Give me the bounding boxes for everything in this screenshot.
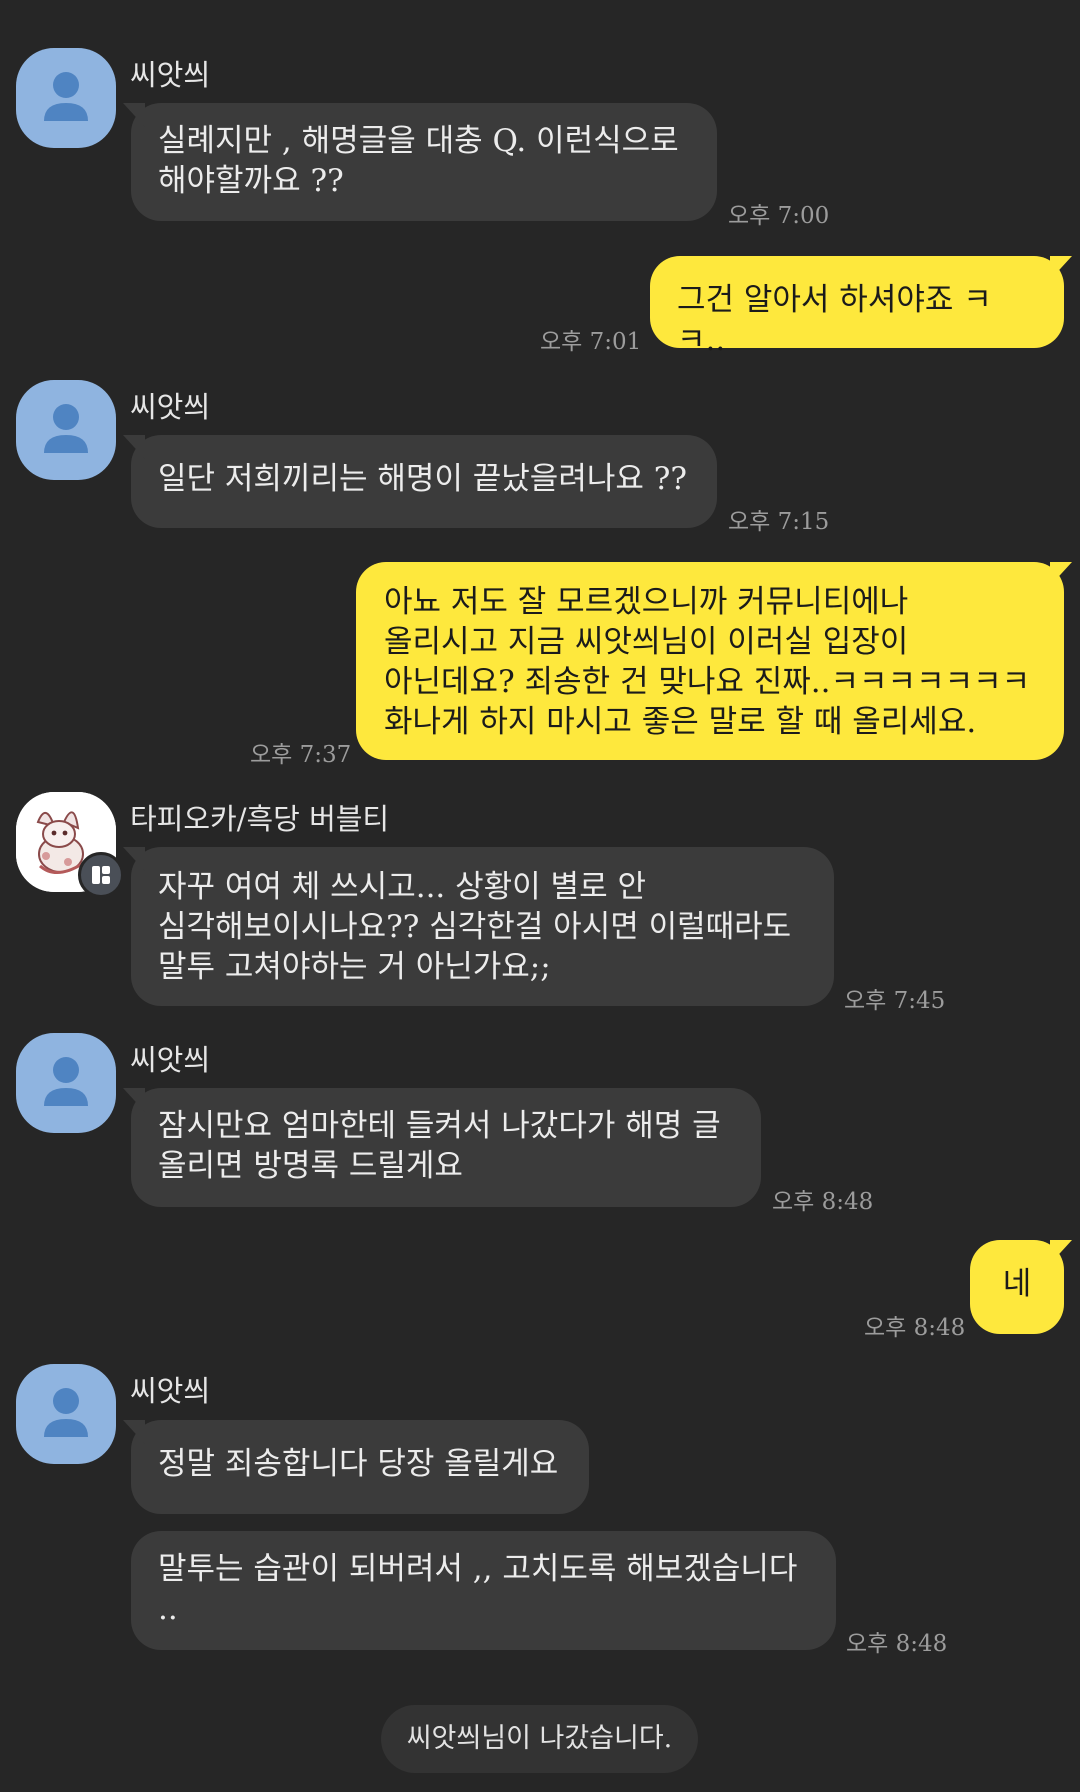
person-silhouette-icon: [44, 72, 88, 121]
message-bubble-incoming[interactable]: 잠시만요 엄마한테 들켜서 나갔다가 해명 글 올리면 방명록 드릴게요: [123, 1088, 761, 1207]
message-timestamp: 오후 7:01: [540, 329, 642, 355]
sender-name: 타피오카/흑당 버블티: [130, 802, 390, 836]
avatar[interactable]: [16, 792, 124, 898]
message-bubble-incoming[interactable]: 일단 저희끼리는 해명이 끝났을려나요 ??: [123, 435, 717, 528]
message-bubble-incoming[interactable]: 자꾸 여여 체 쓰시고... 상황이 별로 안 심각해보이시나요?? 심각한걸 …: [123, 847, 834, 1006]
sender-name: 씨앗씌: [130, 1043, 211, 1077]
profile-badge-icon: [78, 852, 124, 898]
avatar[interactable]: [16, 1364, 116, 1464]
sender-name: 씨앗씌: [130, 58, 211, 92]
person-silhouette-icon: [44, 404, 88, 453]
avatar[interactable]: [16, 1033, 116, 1133]
message-bubble-outgoing[interactable]: 아뇨 저도 잘 모르겠으니까 커뮤니티에나 올리시고 지금 씨앗씌님이 이러실 …: [356, 562, 1072, 760]
message-timestamp: 오후 7:45: [844, 988, 946, 1014]
message-bubble-incoming[interactable]: 말투는 습관이 되버려서 ,, 고치도록 해보겠습니다 ..: [131, 1531, 836, 1650]
message-bubble-incoming[interactable]: 실례지만 , 해명글을 대충 Q. 이런식으로 해야할까요 ??: [123, 103, 717, 221]
system-notice: 씨앗씌님이 나갔습니다.: [381, 1705, 698, 1773]
avatar[interactable]: [16, 380, 116, 480]
message-timestamp: 오후 8:48: [846, 1631, 948, 1657]
person-silhouette-icon: [44, 1388, 88, 1437]
avatar[interactable]: [16, 48, 116, 148]
person-silhouette-icon: [44, 1057, 88, 1106]
message-timestamp: 오후 7:37: [250, 742, 352, 768]
message-timestamp: 오후 7:00: [728, 203, 830, 229]
sender-name: 씨앗씌: [130, 1374, 211, 1408]
message-timestamp: 오후 8:48: [864, 1315, 966, 1341]
message-timestamp: 오후 8:48: [772, 1189, 874, 1215]
message-timestamp: 오후 7:15: [728, 509, 830, 535]
message-bubble-incoming[interactable]: 정말 죄송합니다 당장 올릴게요: [123, 1420, 589, 1514]
sender-name: 씨앗씌: [130, 390, 211, 424]
message-bubble-outgoing[interactable]: 그건 알아서 하셔야죠 ㅋㅋ..: [650, 256, 1072, 358]
message-bubble-outgoing[interactable]: 네: [970, 1240, 1072, 1334]
